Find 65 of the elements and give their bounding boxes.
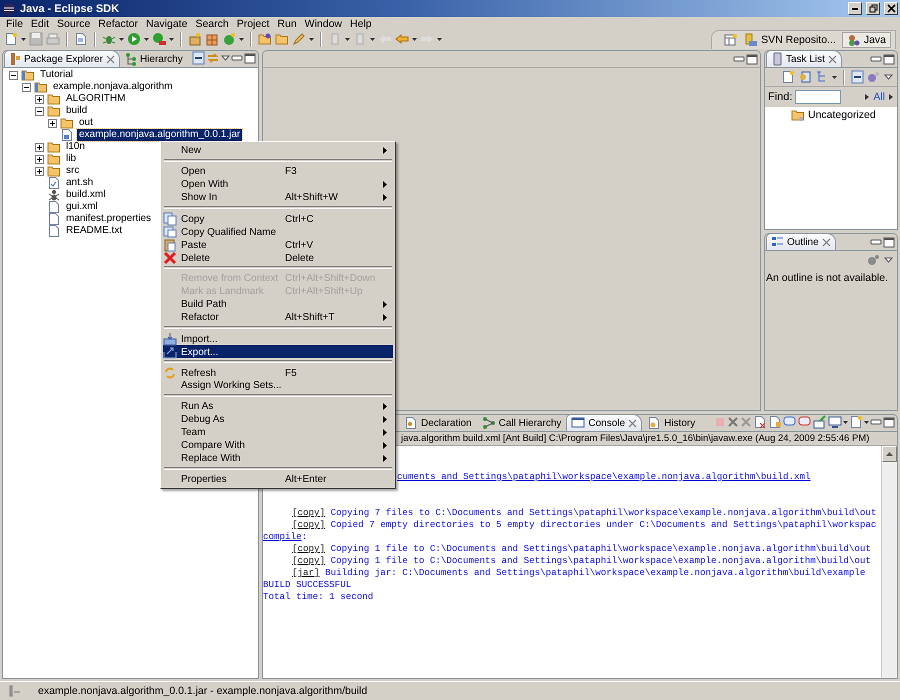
perspective-button[interactable]: Java xyxy=(842,32,891,48)
tree-item[interactable]: ant.sh xyxy=(64,177,96,189)
tree-item[interactable]: src xyxy=(64,165,82,177)
tree-item[interactable]: example.nonjava.algorithm_0.0.1.jar xyxy=(77,129,242,141)
menu-item[interactable]: Open F3 xyxy=(163,165,393,178)
menu-item[interactable]: Search xyxy=(191,18,233,30)
find-label: Find: xyxy=(768,91,792,103)
status-text: example.nonjava.algorithm_0.0.1.jar - example.nonjava.algorithm/build xyxy=(38,685,368,697)
console-line: [copy] Copied 7 empty directories to 5 empty directories under C:\Documents and Settings\pataphil\workspac xyxy=(291,519,876,531)
tree-item[interactable]: example.nonjava.algorithm xyxy=(51,81,175,93)
view-tab[interactable]: Hierarchy xyxy=(120,50,188,67)
task-category[interactable]: Uncategorized xyxy=(808,109,876,121)
menu-item[interactable]: Replace With xyxy=(163,452,393,465)
menu-item[interactable]: File xyxy=(2,18,27,30)
tree-item[interactable]: l10n xyxy=(64,141,87,153)
menu-item[interactable]: Properties Alt+Enter xyxy=(163,473,393,486)
tree-item[interactable]: ALGORITHM xyxy=(64,93,128,105)
menu-item[interactable]: Import... xyxy=(163,332,393,345)
console-line: [copy] Copying 1 file to C:\Documents and Settings\pataphil\workspace\example.nonjava.algorithm\build\out xyxy=(291,543,871,555)
tree-item[interactable]: build.xml xyxy=(64,189,108,201)
menu-item[interactable]: Run As xyxy=(163,400,393,413)
menu-item[interactable]: Export... xyxy=(163,345,393,358)
tree-item[interactable]: gui.xml xyxy=(64,201,100,213)
menu-item[interactable]: Source xyxy=(53,18,94,30)
console-line: Total time: 1 second xyxy=(263,591,374,603)
console-line: compile: xyxy=(263,531,308,543)
view-tab[interactable]: History xyxy=(642,414,700,431)
menu-item[interactable]: Help xyxy=(346,18,376,30)
tree-item[interactable]: out xyxy=(77,117,95,129)
menu-item[interactable]: Navigate xyxy=(142,18,192,30)
menu-item[interactable]: Open With xyxy=(163,178,393,191)
menu-item[interactable]: Copy Ctrl+C xyxy=(163,212,393,225)
menu-item[interactable]: Run xyxy=(273,18,301,30)
view-tab[interactable]: Declaration xyxy=(399,414,477,431)
menu-item[interactable]: Refresh F5 xyxy=(163,366,393,379)
menu-item[interactable]: Project xyxy=(232,18,274,30)
view-tab[interactable]: Task List xyxy=(766,50,842,67)
filter-link[interactable]: All xyxy=(873,91,885,103)
tree-item[interactable]: Tutorial xyxy=(38,69,75,81)
view-tab[interactable]: Outline xyxy=(766,233,836,250)
menu-item[interactable]: Debug As xyxy=(163,413,393,426)
console-line: BUILD SUCCESSFUL xyxy=(263,579,352,591)
menu-item[interactable]: Refactor Alt+Shift+T xyxy=(163,311,393,324)
tree-item[interactable]: lib xyxy=(64,153,78,165)
view-tab[interactable]: Package Explorer xyxy=(4,50,120,67)
console-line: [copy] Copying 1 file to C:\Documents and Settings\pataphil\workspace\example.nonjava.algorithm\build\out xyxy=(291,555,871,567)
menu-item[interactable]: Edit xyxy=(26,18,54,30)
menu-item[interactable]: Assign Working Sets... xyxy=(163,379,393,392)
menu-item[interactable]: Delete Delete xyxy=(163,251,393,264)
console-line: [jar] Building jar: C:\Documents and Settings\pataphil\workspace\example.nonjava.algorithm\build\example xyxy=(291,567,866,579)
tree-item[interactable]: manifest.properties xyxy=(64,213,154,225)
perspective-button[interactable]: SVN Reposito... xyxy=(740,32,840,48)
view-tab[interactable]: Console xyxy=(566,414,642,431)
tree-item[interactable]: README.txt xyxy=(64,225,124,237)
menu-item[interactable]: Build Path xyxy=(163,298,393,311)
view-tab[interactable]: Call Hierarchy xyxy=(476,414,566,431)
tree-item[interactable]: build xyxy=(64,105,90,117)
menu-item[interactable]: Show In Alt+Shift+W xyxy=(163,191,393,204)
menu-item[interactable]: Copy Qualified Name xyxy=(163,225,393,238)
menu-item[interactable]: Window xyxy=(300,18,346,30)
menu-item[interactable]: Paste Ctrl+V xyxy=(163,238,393,251)
window-title: Java - Eclipse SDK xyxy=(20,2,120,14)
console-line: [copy] Copying 7 files to C:\Documents and Settings\pataphil\workspace\example.nonjava.algorithm\build\out xyxy=(291,507,876,519)
menu-item[interactable]: New xyxy=(163,144,393,157)
menu-item[interactable]: Refactor xyxy=(94,18,142,30)
